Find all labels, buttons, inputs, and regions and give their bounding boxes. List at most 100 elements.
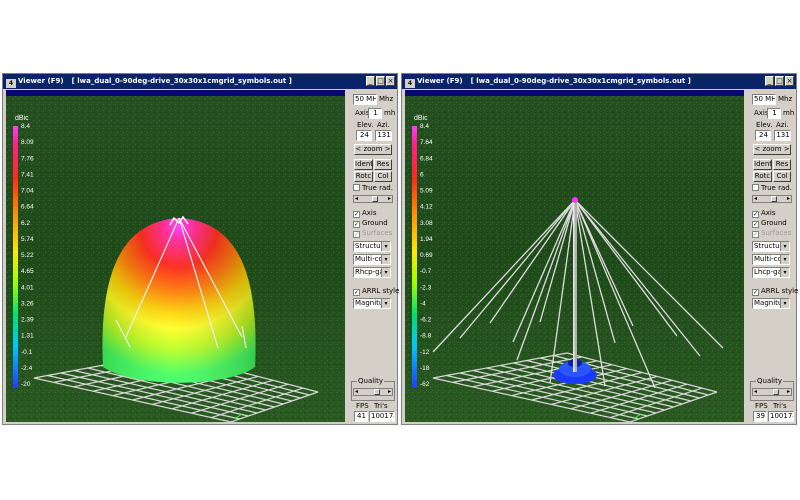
quality-slider[interactable]: ◂ ▸: [752, 388, 792, 396]
feed-point: [572, 197, 578, 203]
zoom-label: zoom: [363, 145, 383, 153]
legend-tick-label: 8.09: [21, 139, 34, 146]
zoom-label: zoom: [762, 145, 782, 153]
chevron-down-icon: ▾: [381, 255, 390, 264]
frequency-unit-label: Mhz: [778, 95, 793, 103]
tris-value: 100178: [768, 411, 794, 422]
legend-tick-label: 7.64: [420, 139, 433, 146]
app-icon: 4: [6, 79, 16, 88]
rotc-button[interactable]: Rotc: [753, 171, 772, 182]
ground-checkbox[interactable]: ✓ Ground: [353, 219, 388, 228]
legend-tick-label: 6.64: [21, 204, 34, 211]
title-bar[interactable]: 4 Viewer (F9) [ lwa_dual_0-90deg-drive_30x…: [402, 74, 796, 89]
title-bar[interactable]: 4 Viewer (F9) [ lwa_dual_0-90deg-drive_30x…: [3, 74, 397, 89]
legend-tick-label: 5.22: [21, 252, 34, 259]
fps-label: FPS: [356, 402, 369, 410]
true-rad-slider[interactable]: ◂ ▸: [752, 195, 792, 203]
axis-length-field[interactable]: 1: [767, 108, 781, 119]
zoom-in-button[interactable]: >: [385, 145, 391, 153]
azimuth-label: Azi.: [377, 121, 390, 129]
close-button[interactable]: ×: [785, 76, 794, 86]
legend-tick-label: 4.01: [21, 284, 34, 291]
close-button[interactable]: ×: [386, 76, 395, 86]
control-panel: 50 MHz Mhz Axis 1 mh Elev. Azi. 24 131 <…: [747, 90, 798, 424]
scale-dropdown[interactable]: Magnitu ▾: [752, 298, 790, 309]
elevation-field[interactable]: 24: [755, 130, 771, 141]
elevation-field[interactable]: 24: [356, 130, 372, 141]
arrl-style-checkbox[interactable]: ✓ ARRL style: [752, 287, 798, 296]
app-icon: 4: [405, 79, 415, 88]
color-mode-dropdown[interactable]: Multi-colo ▾: [752, 254, 790, 265]
res-button[interactable]: Res: [773, 159, 791, 170]
true-rad-slider[interactable]: ◂ ▸: [353, 195, 393, 203]
axis-length-field[interactable]: 1: [368, 108, 382, 119]
3d-viewport[interactable]: dBic 8.4 7.64 6.84 6 5.09 4.12 3.08 1.94 0.69 -0.…: [405, 90, 744, 422]
3d-viewport[interactable]: dBic 8.4 8.09 7.76 7.41 7.04 6.64 6.2 5.74 5.22 4…: [6, 90, 345, 422]
azimuth-field[interactable]: 131: [774, 130, 791, 141]
color-mode-dropdown[interactable]: Multi-colo ▾: [353, 254, 391, 265]
azimuth-label: Azi.: [776, 121, 789, 129]
chevron-down-icon: ▾: [780, 242, 789, 251]
legend-tick-label: -8.8: [420, 333, 432, 340]
structure-dropdown[interactable]: Structure ▾: [353, 241, 391, 252]
elevation-label: Elev.: [756, 121, 773, 129]
axis-unit-label: mh: [384, 109, 396, 117]
quality-slider[interactable]: ◂ ▸: [353, 388, 393, 396]
axis-checkbox[interactable]: ✓ Axis: [752, 209, 776, 218]
axis-unit-label: mh: [783, 109, 795, 117]
rotc-button[interactable]: Rotc: [354, 171, 373, 182]
maximize-button[interactable]: □: [376, 76, 385, 86]
legend-tick-label: -18: [420, 365, 430, 372]
zoom-control[interactable]: < zoom >: [753, 144, 791, 155]
ground-checkbox[interactable]: ✓ Ground: [752, 219, 787, 228]
ident-button[interactable]: Ident: [753, 159, 772, 170]
fps-value: 39: [753, 411, 767, 422]
scale-dropdown[interactable]: Magnitu ▾: [353, 298, 391, 309]
ident-button[interactable]: Ident: [354, 159, 373, 170]
zoom-control[interactable]: < zoom >: [354, 144, 392, 155]
structure-dropdown[interactable]: Structure ▾: [752, 241, 790, 252]
tris-value: 100178: [369, 411, 395, 422]
minimize-button[interactable]: _: [765, 76, 774, 86]
legend-color-bar: [412, 126, 417, 388]
true-rad-checkbox[interactable]: True rad.: [353, 184, 393, 193]
frequency-field[interactable]: 50 MHz: [752, 94, 776, 105]
true-rad-checkbox[interactable]: True rad.: [752, 184, 792, 193]
azimuth-field[interactable]: 131: [375, 130, 392, 141]
minimize-button[interactable]: _: [366, 76, 375, 86]
legend-tick-label: 7.76: [21, 155, 34, 162]
legend-tick-label: 0.69: [420, 252, 433, 259]
col-button[interactable]: Col: [773, 171, 791, 182]
gain-type-dropdown[interactable]: Rhcp-gai ▾: [353, 267, 391, 278]
axis-checkbox[interactable]: ✓ Axis: [353, 209, 377, 218]
arrl-style-checkbox[interactable]: ✓ ARRL style: [353, 287, 399, 296]
legend-tick-label: 3.26: [21, 300, 34, 307]
zoom-out-button[interactable]: <: [754, 145, 760, 153]
legend-tick-label: 5.74: [21, 236, 34, 243]
gain-type-dropdown[interactable]: Lhcp-gai ▾: [752, 267, 790, 278]
legend-tick-label: 4.65: [21, 268, 34, 275]
legend-title: dBic: [15, 115, 29, 122]
frequency-field[interactable]: 50 MHz: [353, 94, 377, 105]
zoom-in-button[interactable]: >: [784, 145, 790, 153]
legend-tick-label: 3.08: [420, 220, 433, 227]
legend-tick-label: 6.2: [21, 220, 30, 227]
maximize-button[interactable]: □: [775, 76, 784, 86]
chevron-down-icon: ▾: [780, 268, 789, 277]
legend-title: dBic: [414, 115, 428, 122]
fps-value: 41: [354, 411, 368, 422]
surfaces-checkbox[interactable]: ✓ Surfaces: [752, 229, 791, 238]
res-button[interactable]: Res: [374, 159, 392, 170]
col-button[interactable]: Col: [374, 171, 392, 182]
zoom-out-button[interactable]: <: [355, 145, 361, 153]
legend-tick-label: 2.39: [21, 317, 34, 324]
window-title: Viewer (F9): [417, 77, 463, 85]
legend-tick-label: -62: [420, 381, 430, 388]
surfaces-checkbox[interactable]: ✓ Surfaces: [353, 229, 392, 238]
legend-tick-label: 5.09: [420, 188, 433, 195]
legend-tick-label: 6.84: [420, 155, 433, 162]
legend-tick-label: -12: [420, 349, 430, 356]
legend-tick-label: 7.41: [21, 171, 34, 178]
window-filename: [ lwa_dual_0-90deg-drive_30x30x1cmgrid_s…: [71, 77, 292, 85]
chevron-down-icon: ▾: [780, 299, 789, 308]
